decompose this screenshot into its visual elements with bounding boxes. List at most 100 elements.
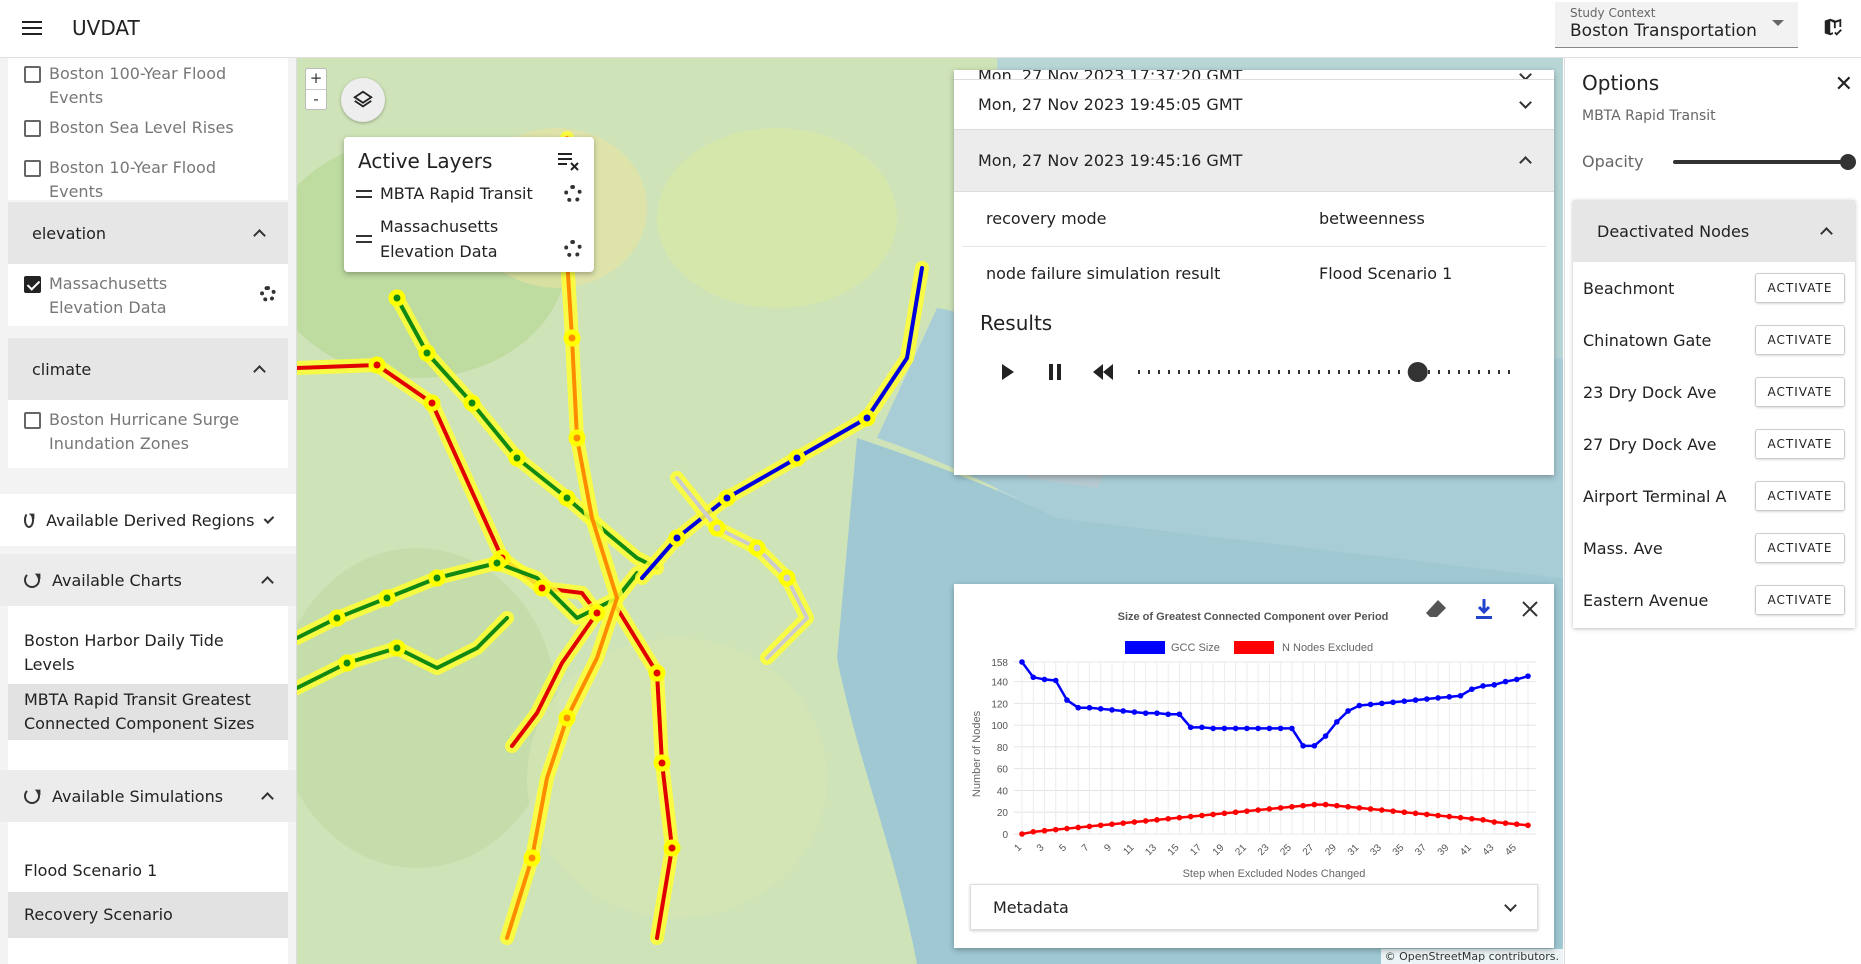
- data-point-excluded: [1322, 801, 1329, 808]
- simulation-run-row[interactable]: Mon, 27 Nov 2023 19:45:05 GMT: [954, 80, 1554, 130]
- activate-button[interactable]: ACTIVATE: [1755, 481, 1845, 511]
- opacity-slider[interactable]: [1673, 160, 1849, 164]
- layer-checkbox-hurricane[interactable]: Boston Hurricane Surge Inundation Zones: [8, 400, 288, 460]
- layer-checkbox-elevation[interactable]: Massachusetts Elevation Data: [8, 264, 288, 324]
- active-layer-label: MBTA Rapid Transit: [380, 184, 533, 203]
- gear-icon[interactable]: [564, 240, 582, 258]
- menu-icon[interactable]: [20, 17, 44, 41]
- data-point-gcc: [1142, 710, 1149, 716]
- slider-thumb[interactable]: [1407, 362, 1428, 382]
- data-point-excluded: [1457, 814, 1464, 821]
- rewind-icon[interactable]: [1092, 363, 1114, 381]
- layer-checkbox-sea-level[interactable]: Boston Sea Level Rises: [8, 114, 288, 144]
- climate-card: Boston Hurricane Surge Inundation Zones: [8, 400, 288, 468]
- data-point-excluded: [1086, 823, 1093, 830]
- simulations-header[interactable]: Available Simulations: [0, 770, 296, 822]
- pause-icon[interactable]: [1047, 363, 1063, 381]
- close-icon[interactable]: ✕: [1835, 72, 1853, 97]
- x-tick-label: 25: [1278, 842, 1294, 858]
- refresh-icon[interactable]: [24, 788, 40, 804]
- gear-icon[interactable]: [260, 286, 276, 302]
- study-context-select[interactable]: Study Context Boston Transportation: [1555, 2, 1798, 48]
- metadata-label: Metadata: [993, 897, 1069, 917]
- results-title: Results: [980, 311, 1053, 335]
- clear-all-icon[interactable]: [556, 151, 580, 171]
- simulation-run-row[interactable]: Mon, 27 Nov 2023 17:37:20 GMT: [954, 70, 1554, 80]
- layer-checkbox-100yr[interactable]: Boston 100-Year Flood Events: [8, 58, 288, 114]
- activate-button[interactable]: ACTIVATE: [1755, 533, 1845, 563]
- left-sidebar: Boston 100-Year Flood Events Boston Sea …: [0, 58, 297, 964]
- data-point-excluded: [1019, 831, 1025, 837]
- x-tick-label: 9: [1102, 842, 1114, 854]
- layer-checkbox-10yr[interactable]: Boston 10-Year Flood Events: [8, 144, 288, 208]
- data-point-excluded: [1412, 810, 1419, 817]
- map-attribution[interactable]: © OpenStreetMap contributors.: [1380, 949, 1563, 964]
- gear-icon[interactable]: [564, 185, 582, 203]
- data-point-gcc: [1109, 707, 1115, 713]
- drag-handle-icon[interactable]: [356, 189, 372, 198]
- map-check-icon[interactable]: [1822, 16, 1844, 38]
- drag-handle-icon[interactable]: [356, 235, 372, 243]
- data-point-excluded: [1468, 815, 1475, 822]
- checkbox[interactable]: [24, 66, 41, 83]
- derived-regions-header[interactable]: Available Derived Regions: [0, 494, 296, 546]
- group-header-climate[interactable]: climate: [8, 338, 288, 400]
- simulation-run-row-open[interactable]: Mon, 27 Nov 2023 19:45:16 GMT: [954, 130, 1554, 192]
- data-point-excluded: [1142, 818, 1149, 824]
- simulation-item-flood[interactable]: Flood Scenario 1: [8, 848, 288, 894]
- x-tick-label: 45: [1503, 842, 1519, 858]
- layers-button[interactable]: [341, 78, 385, 122]
- param-key: recovery mode: [986, 209, 1107, 228]
- chart-panel: Size of Greatest Connected Component ove…: [954, 584, 1554, 948]
- chart-item-tide[interactable]: Boston Harbor Daily Tide Levels: [8, 630, 288, 676]
- checkbox[interactable]: [24, 120, 41, 137]
- data-point-excluded: [1424, 811, 1430, 818]
- zoom-in-button[interactable]: +: [306, 69, 326, 89]
- checkbox[interactable]: [24, 160, 41, 177]
- playback-slider[interactable]: [1134, 361, 1520, 383]
- metadata-accordion[interactable]: Metadata: [970, 884, 1538, 930]
- data-point-gcc: [1446, 694, 1453, 700]
- opacity-slider-thumb[interactable]: [1840, 154, 1856, 170]
- deactivated-nodes-title: Deactivated Nodes: [1597, 221, 1750, 241]
- activate-button[interactable]: ACTIVATE: [1755, 325, 1845, 355]
- checkbox-checked[interactable]: [24, 276, 41, 293]
- zoom-out-button[interactable]: -: [306, 89, 326, 109]
- activate-button[interactable]: ACTIVATE: [1755, 585, 1845, 615]
- chart-item-gcc[interactable]: MBTA Rapid Transit Greatest Connected Co…: [8, 684, 288, 740]
- x-tick-label: 17: [1188, 842, 1204, 858]
- data-point-excluded: [1379, 807, 1385, 813]
- y-tick-label: 60: [997, 765, 1009, 776]
- charts-header[interactable]: Available Charts: [0, 554, 296, 606]
- deactivated-node-row: 27 Dry Dock Ave ACTIVATE: [1573, 418, 1855, 470]
- data-point-excluded: [1289, 803, 1295, 810]
- activate-button[interactable]: ACTIVATE: [1755, 429, 1845, 459]
- play-icon[interactable]: [1000, 363, 1016, 381]
- data-point-excluded: [1131, 819, 1138, 825]
- active-layer-row[interactable]: Massachusetts Elevation Data: [356, 214, 582, 264]
- refresh-icon[interactable]: [24, 512, 35, 528]
- study-context-label: Study Context: [1570, 6, 1656, 20]
- caret-down-icon: [1772, 20, 1784, 26]
- refresh-icon[interactable]: [24, 572, 40, 588]
- param-value: betweenness: [1319, 209, 1425, 228]
- x-axis-label: Step when Excluded Nodes Changed: [1183, 868, 1366, 880]
- activate-button[interactable]: ACTIVATE: [1755, 377, 1845, 407]
- x-tick-label: 21: [1233, 842, 1249, 858]
- run-timestamp: Mon, 27 Nov 2023 19:45:16 GMT: [978, 151, 1243, 170]
- data-point-gcc: [1322, 733, 1329, 739]
- data-point-excluded: [1480, 817, 1486, 823]
- checkbox[interactable]: [24, 412, 41, 429]
- activate-button[interactable]: ACTIVATE: [1755, 273, 1845, 303]
- active-layer-row[interactable]: MBTA Rapid Transit: [356, 181, 582, 206]
- deactivated-nodes-header[interactable]: Deactivated Nodes: [1573, 200, 1855, 262]
- options-title: Options: [1582, 71, 1660, 95]
- top-app-bar: UVDAT Study Context Boston Transportatio…: [0, 0, 1861, 58]
- data-point-excluded: [1277, 805, 1284, 811]
- elevation-card: Massachusetts Elevation Data: [8, 264, 288, 326]
- data-point-excluded: [1154, 817, 1160, 823]
- data-point-excluded: [1390, 808, 1396, 814]
- group-header-elevation[interactable]: elevation: [8, 202, 288, 264]
- x-tick-label: 19: [1211, 842, 1227, 858]
- simulation-item-recovery[interactable]: Recovery Scenario: [8, 892, 288, 938]
